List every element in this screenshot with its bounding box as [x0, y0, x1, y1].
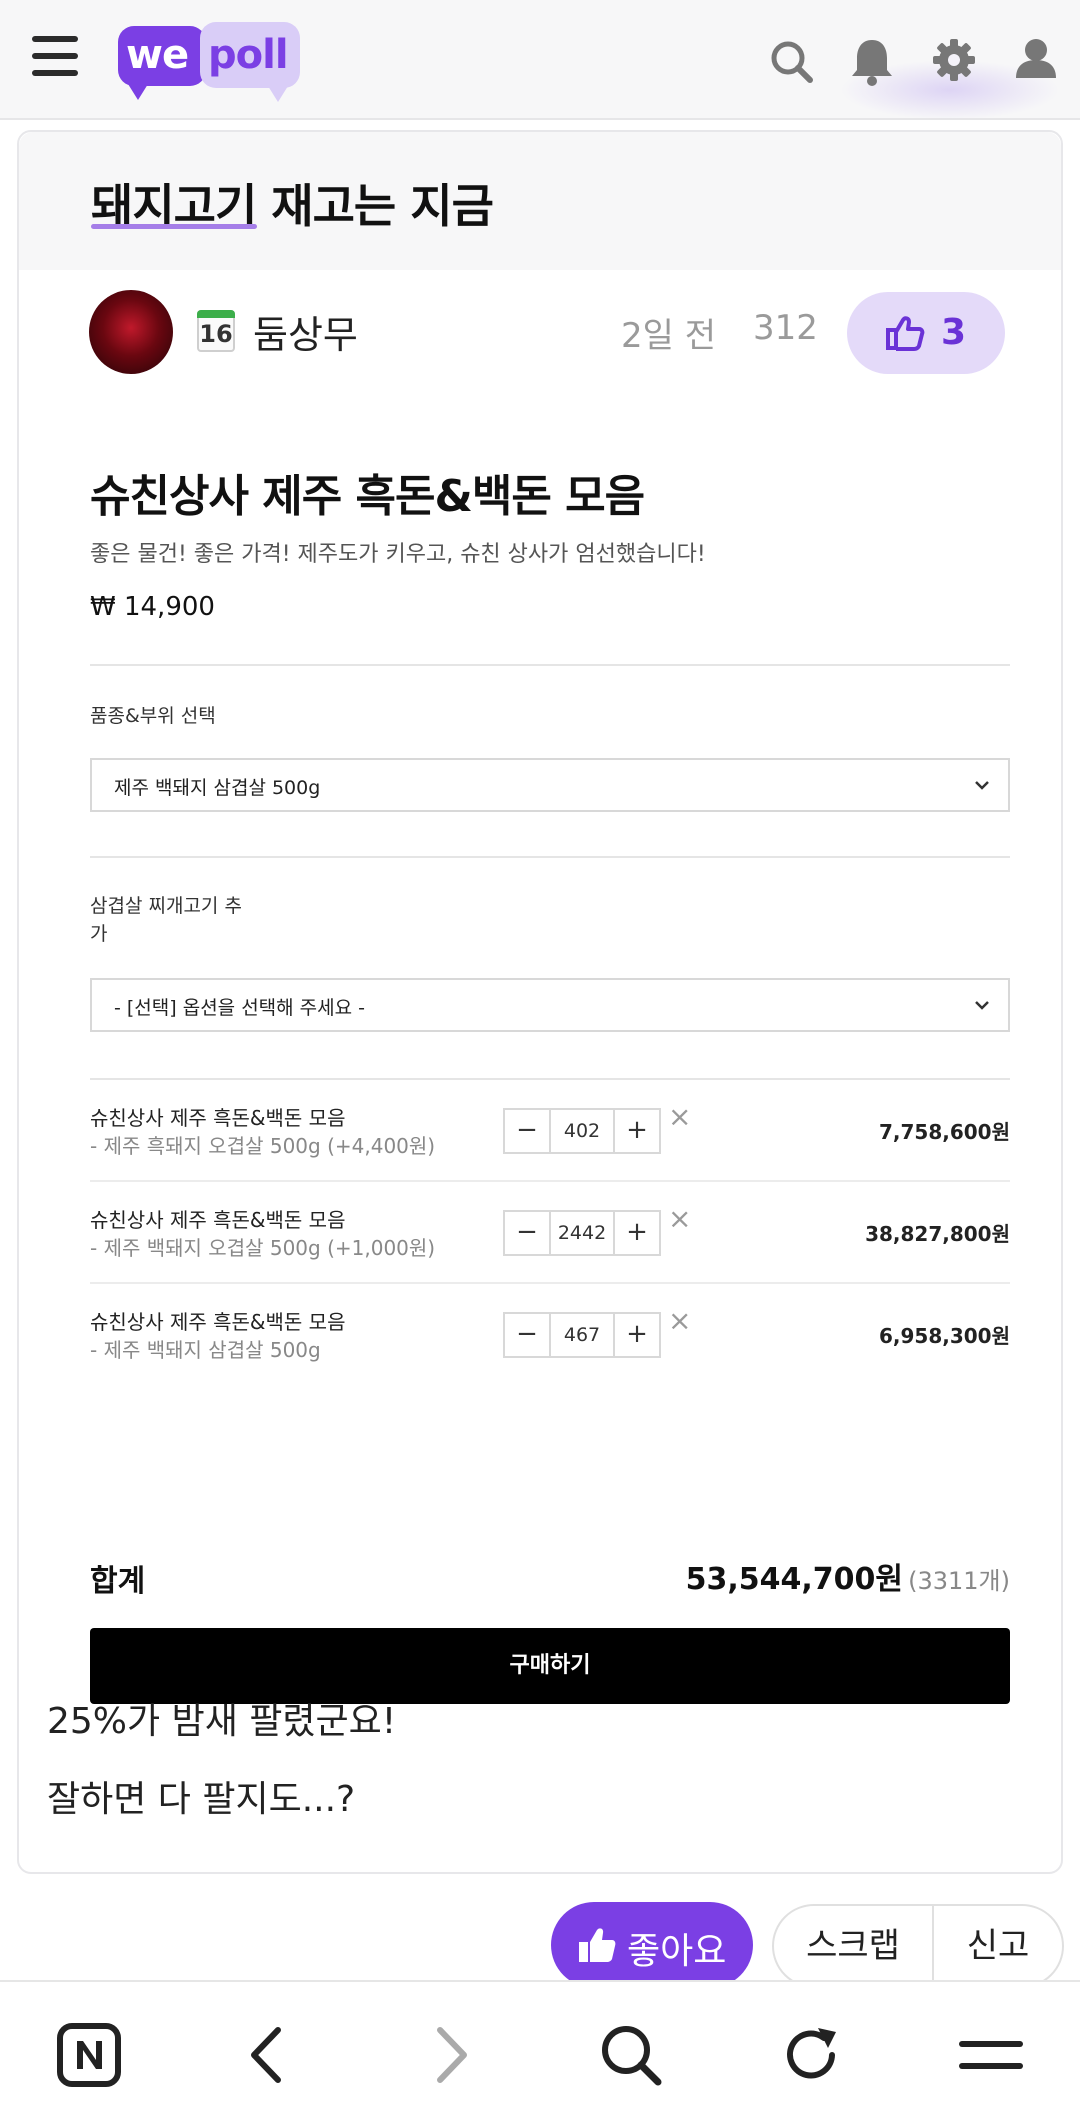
- selected-option-row: 슈친상사 제주 흑돈&백돈 모음 - 제주 백돼지 삼겹살 500g − 467…: [90, 1284, 1010, 1386]
- option-amount: 38,827,800원: [865, 1222, 1010, 1246]
- option-detail: - 제주 백돼지 삼겹살 500g: [90, 1338, 321, 1362]
- option1-selected-value: 제주 백돼지 삼겹살 500g: [114, 777, 321, 799]
- option2-selected-value: - [선택] 옵션을 선택해 주세요 -: [114, 997, 366, 1019]
- increase-button[interactable]: +: [615, 1212, 659, 1254]
- remove-option-icon[interactable]: ×: [668, 1202, 691, 1235]
- selected-option-row: 슈친상사 제주 흑돈&백돈 모음 - 제주 흑돼지 오겹살 500g (+4,4…: [90, 1080, 1010, 1182]
- author-name[interactable]: 둠상무: [253, 304, 358, 359]
- selected-option-row: 슈친상사 제주 흑돈&백돈 모음 - 제주 백돼지 오겹살 500g (+1,0…: [90, 1182, 1010, 1284]
- post-time: 2일 전: [621, 316, 716, 356]
- naver-home-icon[interactable]: [56, 2022, 122, 2088]
- search-icon[interactable]: [598, 2022, 664, 2088]
- option-detail: - 제주 흑돼지 오겹살 500g (+4,400원): [90, 1134, 436, 1158]
- logo-we-text: we: [126, 32, 189, 78]
- logo-poll-text: poll: [208, 32, 289, 78]
- quantity-stepper: − 2442 +: [503, 1210, 661, 1256]
- total-count: (3311개): [908, 1567, 1010, 1595]
- thumbs-up-icon: [886, 316, 925, 351]
- post-card: 돼지고기 재고는 지금 16 둠상무 2일 전 312 3 슈친상사 제주 흑돈…: [17, 130, 1063, 1874]
- post-body-line: 25%가 밤새 팔렸군요!: [47, 1701, 397, 1742]
- option1-label: 품종&부위 선택: [90, 705, 216, 727]
- like-button[interactable]: 좋아요: [551, 1902, 753, 1988]
- divider: [90, 664, 1010, 666]
- product-price: ₩ 14,900: [90, 592, 215, 622]
- chevron-down-icon: [975, 781, 989, 790]
- product-description: 좋은 물건! 좋은 가격! 제주도가 키우고, 슈친 상사가 엄선했습니다!: [90, 542, 706, 567]
- gear-icon[interactable]: [928, 30, 980, 90]
- decrease-button[interactable]: −: [505, 1110, 549, 1152]
- increase-button[interactable]: +: [615, 1110, 659, 1152]
- menu-icon[interactable]: [32, 36, 78, 78]
- post-body-line: 잘하면 다 팔지도...?: [47, 1779, 356, 1820]
- total-label: 합계: [90, 1564, 146, 1599]
- quantity-input[interactable]: 2442: [549, 1212, 615, 1254]
- decrease-button[interactable]: −: [505, 1314, 549, 1356]
- option2-label: 삼겹살 찌개고기 추가: [90, 895, 242, 945]
- author-avatar[interactable]: [89, 290, 173, 374]
- wepoll-logo[interactable]: we poll: [118, 22, 304, 104]
- search-icon[interactable]: [766, 30, 818, 90]
- quantity-stepper: − 402 +: [503, 1108, 661, 1154]
- option-amount: 6,958,300원: [878, 1324, 1010, 1348]
- post-action-group: 스크랩 신고: [772, 1904, 1064, 1988]
- option2-select[interactable]: - [선택] 옵션을 선택해 주세요 -: [90, 978, 1010, 1032]
- option-detail: - 제주 백돼지 오겹살 500g (+1,000원): [90, 1236, 436, 1260]
- menu-icon[interactable]: [958, 2022, 1024, 2088]
- browser-toolbar: [0, 1980, 1080, 2120]
- remove-option-icon[interactable]: ×: [668, 1304, 691, 1337]
- like-button-label: 좋아요: [627, 1931, 727, 1972]
- reload-icon[interactable]: [778, 2022, 844, 2088]
- thumbs-up-icon: [579, 1928, 616, 1962]
- option1-select[interactable]: 제주 백돼지 삼겹살 500g: [90, 758, 1010, 812]
- divider: [90, 856, 1010, 858]
- remove-option-icon[interactable]: ×: [668, 1100, 691, 1133]
- back-icon[interactable]: [246, 2022, 290, 2088]
- like-count: 3: [941, 312, 967, 353]
- scrap-button[interactable]: 스크랩: [774, 1906, 934, 1986]
- author-level-badge: 16: [197, 310, 235, 352]
- option-product-name: 슈친상사 제주 흑돈&백돈 모음: [90, 1310, 346, 1334]
- like-count-button[interactable]: 3: [847, 292, 1005, 374]
- option-product-name: 슈친상사 제주 흑돈&백돈 모음: [90, 1208, 346, 1232]
- title-underline: [91, 224, 257, 229]
- total-amount: 53,544,700원: [685, 1562, 904, 1597]
- chevron-down-icon: [975, 1001, 989, 1010]
- quantity-input[interactable]: 402: [549, 1110, 615, 1152]
- app-header: we poll: [0, 0, 1080, 120]
- option-amount: 7,758,600원: [878, 1120, 1010, 1144]
- product-title: 슈친상사 제주 흑돈&백돈 모음: [90, 471, 645, 522]
- bell-icon[interactable]: [846, 30, 898, 90]
- increase-button[interactable]: +: [615, 1314, 659, 1356]
- total-summary: 53,544,700원 (3311개): [686, 1554, 1010, 1598]
- user-icon[interactable]: [1010, 30, 1062, 90]
- decrease-button[interactable]: −: [505, 1212, 549, 1254]
- option-product-name: 슈친상사 제주 흑돈&백돈 모음: [90, 1106, 346, 1130]
- forward-icon[interactable]: [428, 2022, 472, 2088]
- view-count: 312: [753, 308, 818, 348]
- quantity-stepper: − 467 +: [503, 1312, 661, 1358]
- quantity-input[interactable]: 467: [549, 1314, 615, 1356]
- report-button[interactable]: 신고: [934, 1906, 1062, 1986]
